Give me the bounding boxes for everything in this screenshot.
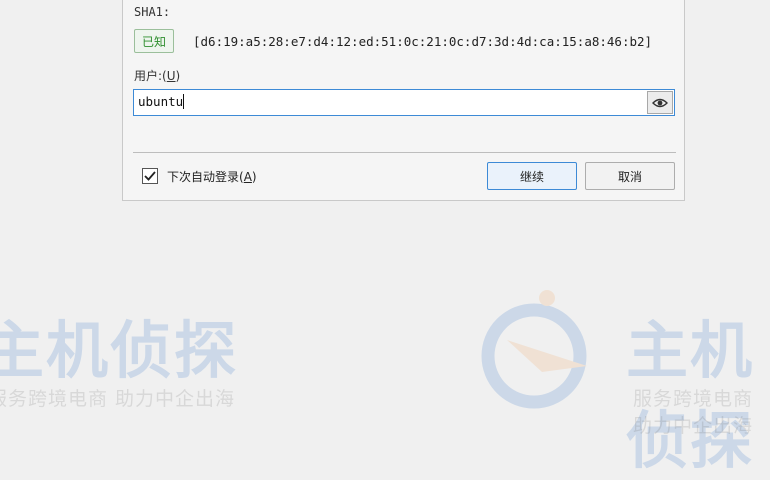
text-caret [183, 94, 185, 109]
user-label-prefix: 用户:( [134, 69, 167, 83]
sha1-label: SHA1: [134, 5, 171, 19]
watermark-brand-bottom-left: 主机侦探 [0, 314, 239, 387]
sha1-fingerprint: [d6:19:a5:28:e7:d4:12:ed:51:0c:21:0c:d7:… [193, 34, 653, 49]
username-field[interactable]: ubuntu [133, 89, 675, 116]
continue-button[interactable]: 继续 [487, 162, 577, 190]
user-label-suffix: ) [175, 69, 181, 83]
user-label-mnemonic: U [166, 69, 176, 83]
eye-icon [652, 98, 668, 107]
username-input[interactable]: ubuntu [138, 94, 185, 109]
auto-login-mnemonic: A [243, 170, 252, 184]
cancel-button[interactable]: 取消 [585, 162, 675, 190]
user-label: 用户:(U) [134, 67, 180, 84]
show-password-button[interactable] [647, 91, 673, 114]
username-value: ubuntu [138, 94, 184, 109]
known-host-badge[interactable]: 已知 [134, 29, 174, 53]
watermark-logo-bottom [472, 290, 602, 414]
auto-login-label[interactable]: 下次自动登录(A) [167, 168, 257, 185]
host-key-login-dialog: SHA1: 已知 [d6:19:a5:28:e7:d4:12:ed:51:0c:… [122, 0, 685, 201]
auto-login-checkbox[interactable] [142, 168, 158, 184]
check-icon [144, 171, 156, 181]
watermark-globe-icon [481, 290, 587, 409]
watermark-slogan-bottom-left: 服务跨境电商 助力中企出海 [0, 388, 236, 410]
separator [133, 152, 676, 153]
watermark-slogan-bottom-right: 服务跨境电商 助力中企出海 [633, 388, 754, 437]
watermark-brand-bottom-right: 主机侦探 [626, 314, 755, 477]
auto-login-label-suffix: ) [251, 170, 257, 184]
auto-login-label-prefix: 下次自动登录( [167, 170, 244, 184]
